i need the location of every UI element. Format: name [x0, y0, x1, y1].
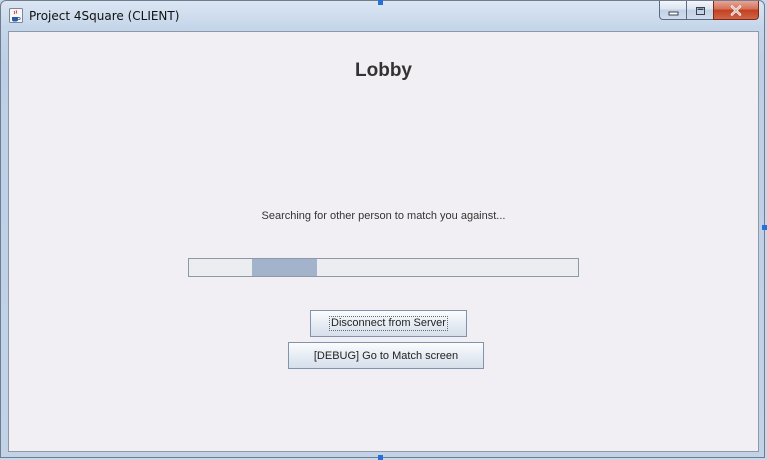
page-title: Lobby — [355, 60, 412, 81]
window-title: Project 4Square (CLIENT) — [29, 9, 180, 23]
close-button[interactable] — [713, 1, 759, 20]
debug-button-label: [DEBUG] Go to Match screen — [313, 349, 459, 362]
resize-handle-top[interactable] — [378, 0, 383, 5]
maximize-button[interactable] — [686, 1, 713, 20]
close-icon — [730, 1, 742, 20]
resize-handle-bottom[interactable] — [378, 455, 383, 460]
progress-indicator — [252, 259, 317, 276]
title-bar[interactable]: Project 4Square (CLIENT) — [1, 1, 764, 31]
resize-handle-right[interactable] — [762, 225, 767, 230]
lobby-panel: Lobby Searching for other person to matc… — [8, 31, 759, 452]
app-window: Project 4Square (CLIENT) Lobby Searching… — [0, 0, 765, 458]
debug-go-to-match-button[interactable]: [DEBUG] Go to Match screen — [288, 342, 484, 369]
minimize-icon — [668, 1, 679, 20]
matchmaking-progress-bar — [188, 258, 579, 277]
minimize-button[interactable] — [659, 1, 686, 20]
window-caption-buttons — [659, 1, 759, 21]
maximize-icon — [695, 1, 706, 20]
java-coffee-cup-icon[interactable] — [9, 8, 23, 23]
matchmaking-status-text: Searching for other person to match you … — [261, 210, 506, 222]
disconnect-button[interactable]: Disconnect from Server — [310, 310, 467, 337]
disconnect-button-label: Disconnect from Server — [329, 316, 448, 331]
